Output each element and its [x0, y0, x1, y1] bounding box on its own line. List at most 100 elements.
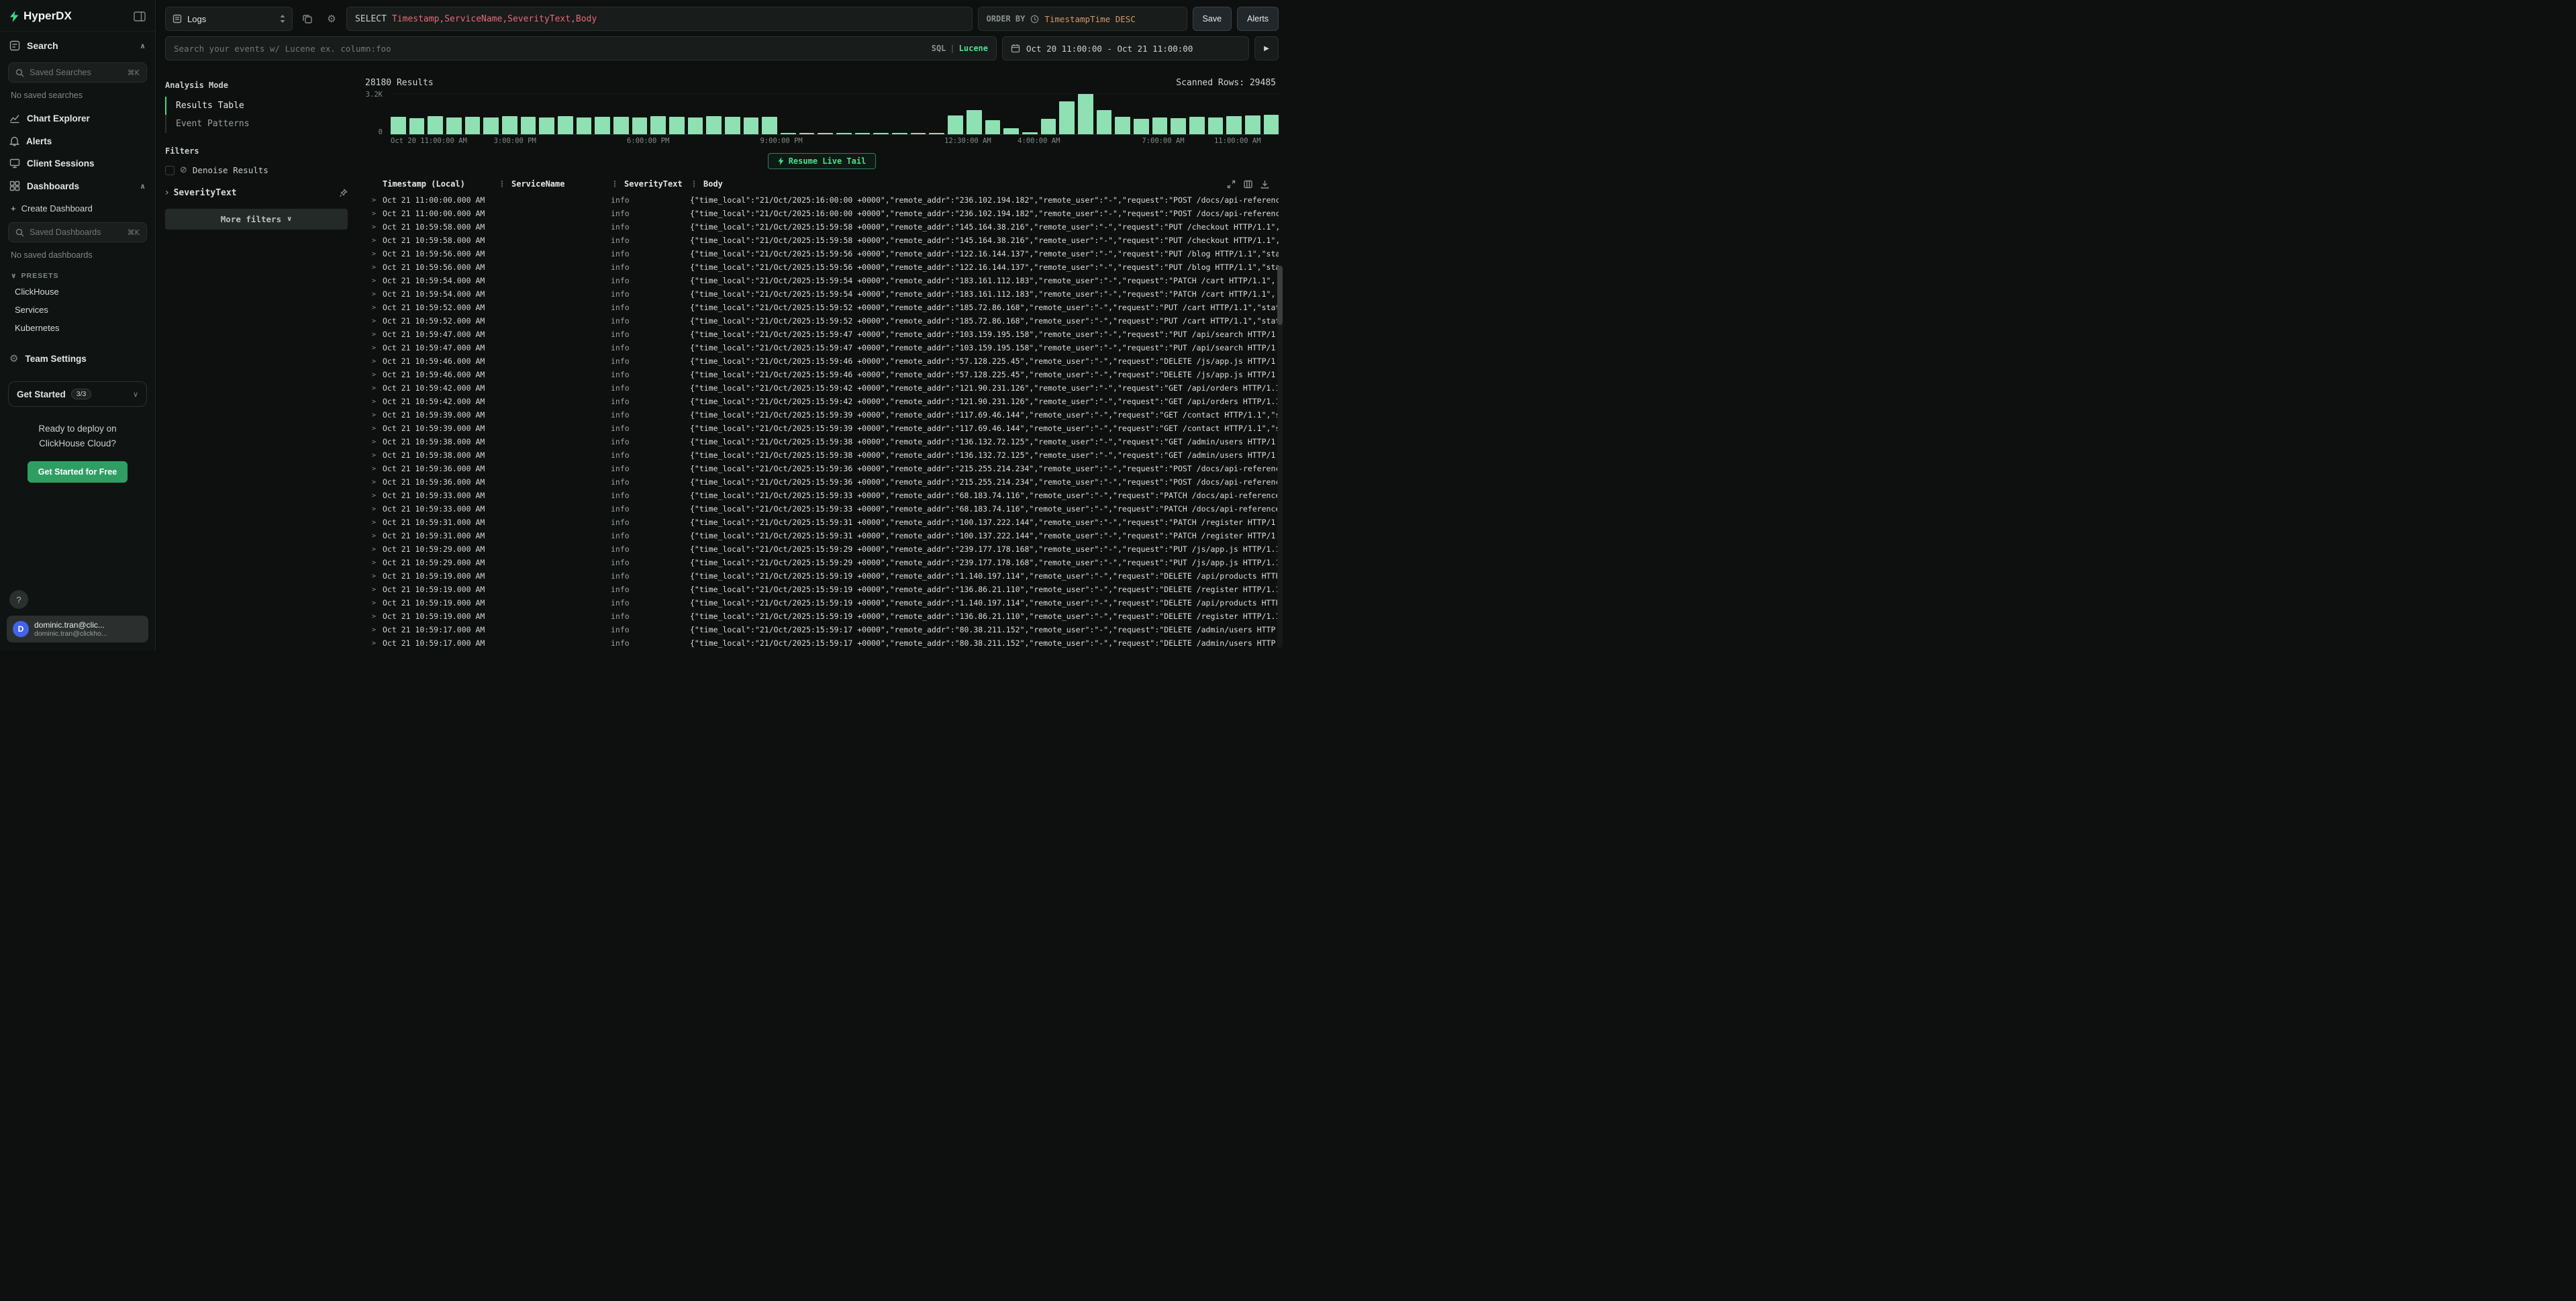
row-expand-chevron[interactable]: > — [365, 573, 383, 580]
facet-severitytext[interactable]: › SeverityText — [165, 187, 348, 198]
row-expand-chevron[interactable]: > — [365, 613, 383, 620]
histogram-bar[interactable] — [1208, 117, 1224, 134]
source-select[interactable]: Logs — [165, 7, 293, 31]
row-expand-chevron[interactable]: > — [365, 358, 383, 365]
table-row[interactable]: > Oct 21 10:59:19.000 AM info {"time_loc… — [365, 596, 1279, 610]
table-row[interactable]: > Oct 21 10:59:52.000 AM info {"time_loc… — [365, 314, 1279, 328]
histogram-bar[interactable] — [521, 117, 536, 134]
row-expand-chevron[interactable]: > — [365, 465, 383, 473]
histogram-bar[interactable] — [892, 133, 907, 134]
chevron-up-icon[interactable]: ∧ — [140, 182, 146, 191]
table-row[interactable]: > Oct 21 10:59:58.000 AM info {"time_loc… — [365, 220, 1279, 234]
row-expand-chevron[interactable]: > — [365, 546, 383, 553]
row-expand-chevron[interactable]: > — [365, 640, 383, 647]
resume-live-tail-button[interactable]: Resume Live Tail — [768, 153, 877, 169]
row-expand-chevron[interactable]: > — [365, 264, 383, 271]
duplicate-source-button[interactable] — [298, 7, 317, 31]
table-row[interactable]: > Oct 21 10:59:56.000 AM info {"time_loc… — [365, 260, 1279, 274]
column-header-body[interactable]: ⋮Body — [690, 179, 1279, 189]
table-row[interactable]: > Oct 21 10:59:31.000 AM info {"time_loc… — [365, 529, 1279, 542]
histogram-bar[interactable] — [1078, 94, 1093, 134]
help-button[interactable]: ? — [9, 590, 28, 609]
row-expand-chevron[interactable]: > — [365, 559, 383, 567]
histogram-bar[interactable] — [781, 133, 796, 134]
histogram-bar[interactable] — [465, 117, 481, 134]
app-logo[interactable]: HyperDX — [9, 9, 72, 23]
histogram-bar[interactable] — [1189, 117, 1205, 134]
histogram-bar[interactable] — [1115, 117, 1130, 134]
histogram-bar[interactable] — [1059, 101, 1075, 134]
row-expand-chevron[interactable]: > — [365, 519, 383, 526]
histogram-bar[interactable] — [502, 116, 517, 134]
table-row[interactable]: > Oct 21 10:59:58.000 AM info {"time_loc… — [365, 234, 1279, 247]
sidebar-item-services[interactable]: Services — [0, 301, 155, 319]
histogram-bar[interactable] — [1097, 110, 1112, 134]
histogram-bar[interactable] — [911, 133, 926, 134]
histogram-bar[interactable] — [539, 117, 554, 134]
create-dashboard-button[interactable]: + Create Dashboard — [0, 197, 155, 220]
sidebar-item-chart-explorer[interactable]: Chart Explorer — [0, 107, 155, 130]
row-expand-chevron[interactable]: > — [365, 318, 383, 325]
order-by-input[interactable]: ORDER BY TimestampTime DESC — [978, 7, 1187, 31]
column-header-timestamp[interactable]: Timestamp (Local) — [383, 179, 498, 189]
select-columns-input[interactable]: SELECT Timestamp,ServiceName,SeverityTex… — [346, 7, 973, 31]
row-expand-chevron[interactable]: > — [365, 385, 383, 392]
table-row[interactable]: > Oct 21 10:59:47.000 AM info {"time_loc… — [365, 328, 1279, 341]
get-started-free-button[interactable]: Get Started for Free — [28, 461, 128, 483]
sidebar-item-search[interactable]: Search ∧ — [0, 31, 155, 60]
user-menu[interactable]: D dominic.tran@clic... dominic.tran@clic… — [7, 616, 148, 642]
row-expand-chevron[interactable]: > — [365, 210, 383, 218]
get-started-toggle[interactable]: Get Started 3/3 ∨ — [8, 381, 147, 407]
histogram-bar[interactable] — [1245, 115, 1260, 134]
histogram-bar[interactable] — [613, 117, 629, 134]
histogram-bar[interactable] — [558, 116, 573, 134]
sidebar-item-team-settings[interactable]: ⚙ Team Settings — [0, 346, 155, 371]
histogram-bar[interactable] — [706, 116, 722, 134]
denoise-results-toggle[interactable]: ⊘ Denoise Results — [165, 162, 348, 177]
histogram-bar[interactable] — [428, 116, 443, 134]
table-row[interactable]: > Oct 21 10:59:38.000 AM info {"time_loc… — [365, 435, 1279, 448]
histogram-bar[interactable] — [948, 115, 963, 134]
row-expand-chevron[interactable]: > — [365, 331, 383, 338]
column-resize-handle[interactable]: ⋮ — [690, 179, 698, 189]
table-row[interactable]: > Oct 21 10:59:38.000 AM info {"time_loc… — [365, 448, 1279, 462]
histogram-bar[interactable] — [744, 117, 759, 134]
sidebar-item-clickhouse[interactable]: ClickHouse — [0, 283, 155, 301]
row-expand-chevron[interactable]: > — [365, 412, 383, 419]
table-row[interactable]: > Oct 21 10:59:42.000 AM info {"time_loc… — [365, 381, 1279, 395]
sidebar-item-client-sessions[interactable]: Client Sessions — [0, 152, 155, 175]
histogram-bar[interactable] — [577, 117, 592, 134]
table-row[interactable]: > Oct 21 10:59:54.000 AM info {"time_loc… — [365, 274, 1279, 287]
histogram-bar[interactable] — [967, 110, 982, 134]
table-row[interactable]: > Oct 21 10:59:54.000 AM info {"time_loc… — [365, 287, 1279, 301]
chevron-up-icon[interactable]: ∧ — [140, 42, 146, 50]
row-expand-chevron[interactable]: > — [365, 344, 383, 352]
table-row[interactable]: > Oct 21 10:59:19.000 AM info {"time_loc… — [365, 583, 1279, 596]
table-row[interactable]: > Oct 21 10:59:46.000 AM info {"time_loc… — [365, 354, 1279, 368]
histogram-bar[interactable] — [1134, 119, 1149, 134]
table-row[interactable]: > Oct 21 10:59:29.000 AM info {"time_loc… — [365, 556, 1279, 569]
sidebar-collapse-button[interactable] — [134, 11, 146, 21]
row-expand-chevron[interactable]: > — [365, 479, 383, 486]
table-row[interactable]: > Oct 21 10:59:56.000 AM info {"time_loc… — [365, 247, 1279, 260]
table-scrollbar[interactable] — [1277, 266, 1283, 648]
column-header-severitytext[interactable]: ⋮SeverityText — [611, 179, 690, 189]
table-row[interactable]: > Oct 21 10:59:42.000 AM info {"time_loc… — [365, 395, 1279, 408]
event-search-input[interactable]: Search your events w/ Lucene ex. column:… — [165, 36, 997, 60]
row-expand-chevron[interactable]: > — [365, 492, 383, 499]
presets-toggle[interactable]: ∨ PRESETS — [0, 267, 155, 283]
table-row[interactable]: > Oct 21 10:59:17.000 AM info {"time_loc… — [365, 623, 1279, 636]
sidebar-item-dashboards[interactable]: Dashboards ∧ — [0, 175, 155, 197]
row-expand-chevron[interactable]: > — [365, 452, 383, 459]
row-expand-chevron[interactable]: > — [365, 250, 383, 258]
alerts-button[interactable]: Alerts — [1237, 7, 1279, 31]
source-settings-button[interactable]: ⚙ — [322, 7, 341, 31]
histogram-bar[interactable] — [836, 133, 852, 134]
sidebar-item-alerts[interactable]: Alerts — [0, 130, 155, 152]
language-toggle-sql[interactable]: SQL — [932, 44, 946, 53]
histogram-bar[interactable] — [595, 117, 610, 134]
histogram-bar[interactable] — [762, 117, 777, 134]
table-row[interactable]: > Oct 21 10:59:29.000 AM info {"time_loc… — [365, 542, 1279, 556]
table-row[interactable]: > Oct 21 10:59:39.000 AM info {"time_loc… — [365, 408, 1279, 422]
histogram-bar[interactable] — [688, 117, 703, 134]
